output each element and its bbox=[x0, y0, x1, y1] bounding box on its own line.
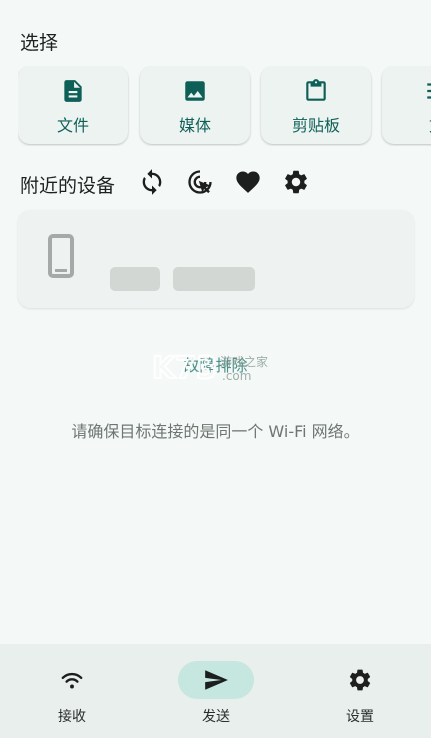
nav-settings-label: 设置 bbox=[346, 709, 374, 725]
nav-send-label: 发送 bbox=[202, 709, 230, 725]
refresh-icon[interactable] bbox=[138, 168, 166, 196]
svg-text:.com: .com bbox=[222, 369, 251, 383]
device-info-placeholder bbox=[173, 267, 255, 291]
wifi-icon bbox=[61, 672, 83, 689]
send-icon bbox=[205, 670, 228, 690]
clipboard-card[interactable]: 剪贴板 bbox=[261, 66, 371, 144]
favorite-icon[interactable] bbox=[234, 168, 262, 196]
nav-settings[interactable]: 设置 bbox=[288, 644, 431, 738]
svg-text:游戏之家: 游戏之家 bbox=[220, 354, 268, 369]
file-card-label: 文件 bbox=[56, 116, 89, 135]
nav-receive-label: 接收 bbox=[58, 709, 86, 725]
select-section-title: 选择 bbox=[20, 32, 59, 54]
image-icon bbox=[185, 81, 205, 101]
nav-send-pill bbox=[178, 661, 254, 699]
scan-target-icon[interactable] bbox=[186, 168, 214, 196]
file-card[interactable]: 文件 bbox=[18, 66, 128, 144]
media-card-label: 媒体 bbox=[178, 116, 211, 135]
text-card[interactable]: 文 bbox=[382, 66, 431, 144]
text-icon bbox=[427, 83, 431, 99]
bottom-navigation: 接收 发送 设置 bbox=[0, 644, 431, 738]
settings-icon[interactable] bbox=[282, 168, 310, 196]
svg-text:K73: K73 bbox=[152, 351, 217, 384]
nav-receive-pill bbox=[34, 661, 110, 699]
device-name-placeholder bbox=[110, 267, 160, 291]
clipboard-icon bbox=[306, 79, 326, 101]
nav-send[interactable]: 发送 bbox=[144, 644, 288, 738]
clipboard-card-label: 剪贴板 bbox=[291, 116, 340, 135]
media-card[interactable]: 媒体 bbox=[140, 66, 250, 144]
site-watermark-logo: K73 游戏之家 .com bbox=[151, 350, 268, 384]
nearby-header: 附近的设备 bbox=[20, 170, 115, 198]
file-icon bbox=[64, 80, 82, 102]
device-placeholder-card bbox=[18, 210, 414, 308]
nav-receive[interactable]: 接收 bbox=[0, 644, 144, 738]
select-cards: 文件 媒体 剪贴板 文 bbox=[18, 66, 431, 146]
same-wifi-hint: 请确保目标连接的是同一个 Wi-Fi 网络。 bbox=[71, 422, 360, 441]
nearby-devices-title: 附近的设备 bbox=[20, 174, 116, 197]
settings-icon bbox=[349, 669, 371, 691]
nav-settings-pill bbox=[322, 661, 398, 699]
smartphone-icon bbox=[48, 234, 74, 278]
